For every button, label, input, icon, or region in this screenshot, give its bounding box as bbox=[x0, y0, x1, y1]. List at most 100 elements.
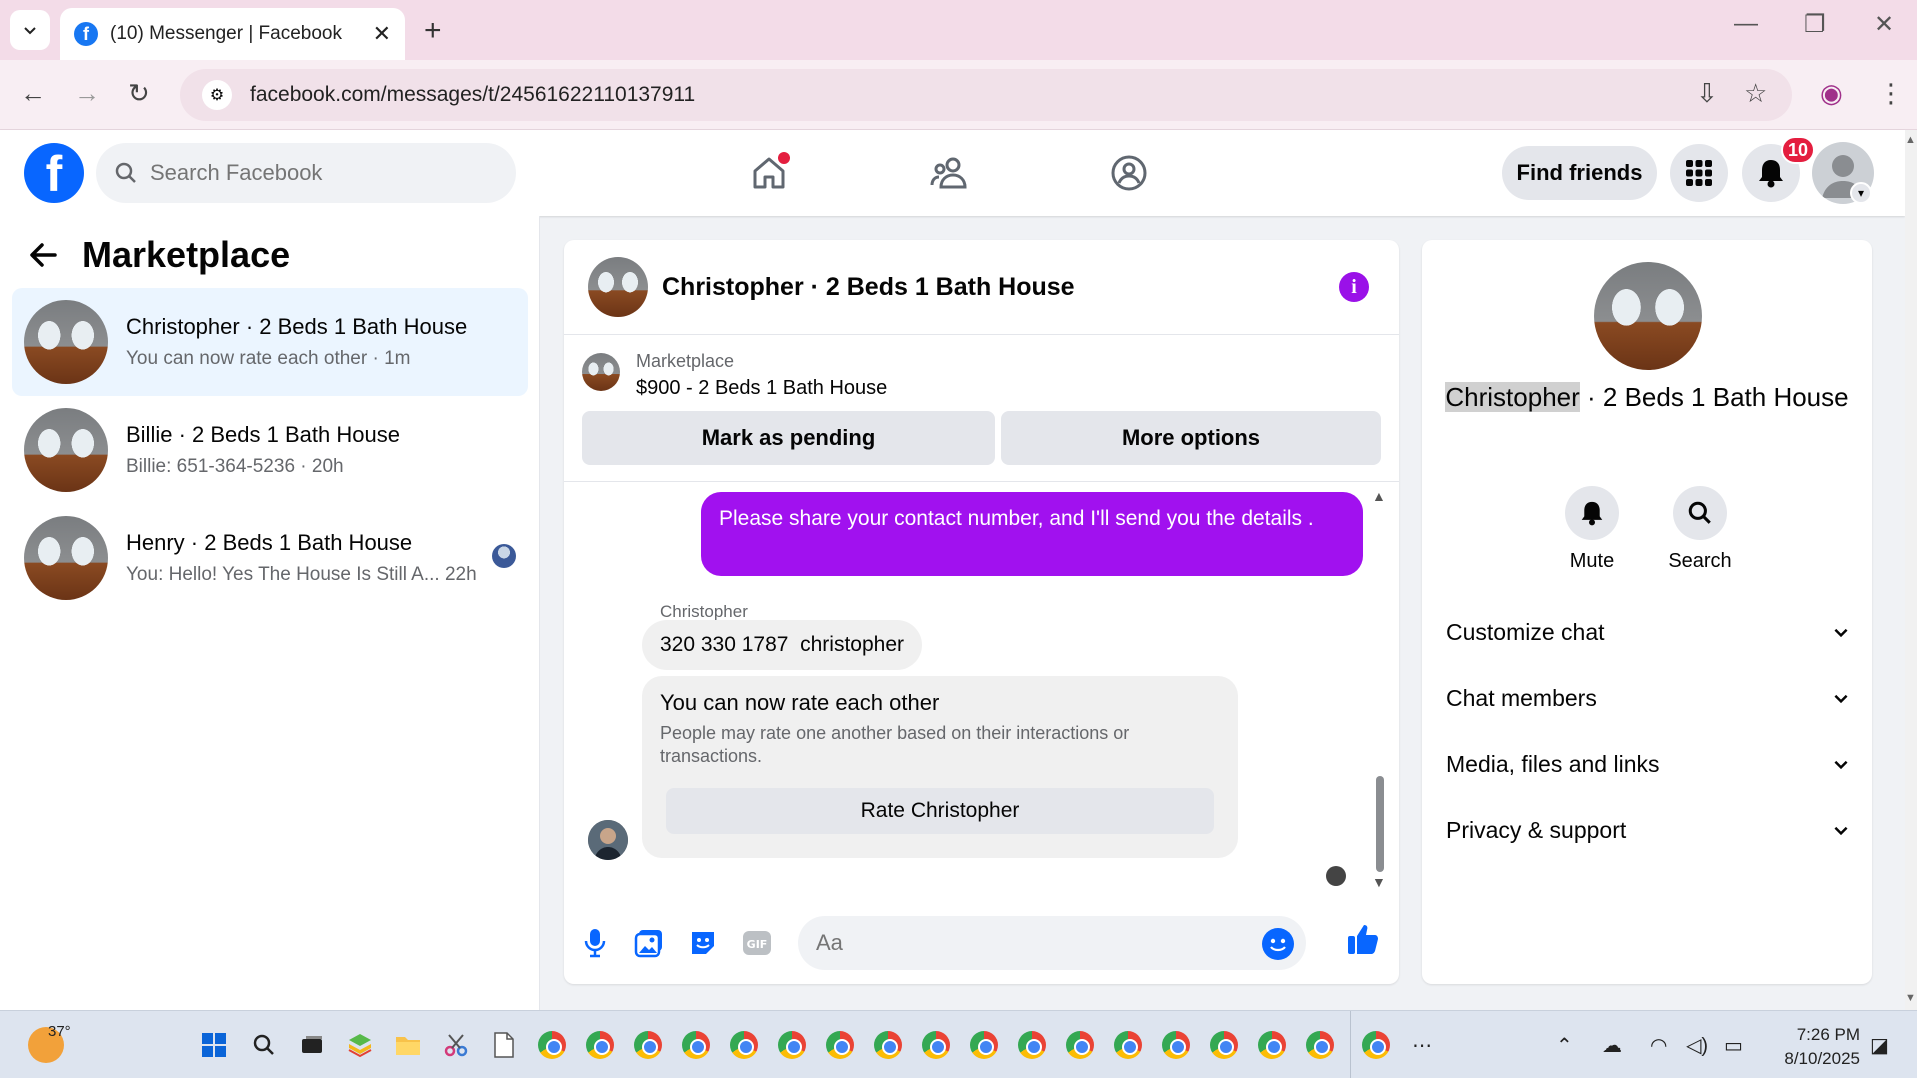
like-button[interactable] bbox=[1346, 922, 1380, 956]
home-nav[interactable] bbox=[746, 150, 792, 196]
section-privacy-support[interactable]: Privacy & support bbox=[1446, 810, 1850, 850]
chat-title[interactable]: Christopher · 2 Beds 1 Bath House bbox=[662, 273, 1075, 302]
chrome-window-3[interactable] bbox=[634, 1031, 662, 1059]
chrome-window-10[interactable] bbox=[970, 1031, 998, 1059]
chat-avatar[interactable] bbox=[588, 257, 648, 317]
svg-text:GIF: GIF bbox=[747, 938, 768, 951]
bookmark-star-icon[interactable]: ☆ bbox=[1744, 78, 1767, 109]
chrome-window-6[interactable] bbox=[778, 1031, 806, 1059]
gif-button[interactable]: GIF bbox=[740, 926, 774, 960]
forward-icon[interactable]: → bbox=[74, 78, 100, 109]
account-chevron-icon[interactable]: ▾ bbox=[1850, 182, 1872, 204]
chat-scroll-down-icon[interactable]: ▼ bbox=[1372, 874, 1386, 890]
file-explorer-app[interactable] bbox=[394, 1031, 422, 1059]
chrome-window-9[interactable] bbox=[922, 1031, 950, 1059]
listing-title[interactable]: $900 - 2 Beds 1 Bath House bbox=[636, 377, 887, 400]
browser-menu-icon[interactable]: ⋮ bbox=[1878, 78, 1904, 109]
section-chat-members[interactable]: Chat members bbox=[1446, 678, 1850, 718]
conversation-avatar[interactable] bbox=[1594, 262, 1702, 370]
show-hidden-icons-icon[interactable]: ⌃ bbox=[1556, 1033, 1573, 1058]
chrome-window-5[interactable] bbox=[730, 1031, 758, 1059]
task-view-button[interactable] bbox=[298, 1031, 326, 1059]
info-icon[interactable]: i bbox=[1339, 272, 1369, 302]
chat-scrollbar[interactable]: ▲ ▼ bbox=[1372, 488, 1386, 890]
chrome-window-4[interactable] bbox=[682, 1031, 710, 1059]
profile-icon[interactable]: ◉ bbox=[1820, 78, 1843, 109]
conversation-item-henry[interactable]: Henry · 2 Beds 1 Bath House You: Hello! … bbox=[12, 504, 528, 612]
rate-christopher-button[interactable]: Rate Christopher bbox=[666, 788, 1214, 834]
site-info-icon[interactable]: ⚙ bbox=[202, 80, 232, 110]
chrome-window-active[interactable] bbox=[1362, 1031, 1390, 1059]
omnibox[interactable]: ⚙ facebook.com/messages/t/24561622110137… bbox=[180, 69, 1792, 121]
chrome-window-17[interactable] bbox=[1306, 1031, 1334, 1059]
close-window-icon[interactable]: ✕ bbox=[1874, 10, 1894, 39]
start-button[interactable] bbox=[200, 1031, 228, 1059]
chrome-window-12[interactable] bbox=[1066, 1031, 1094, 1059]
chrome-window-7[interactable] bbox=[826, 1031, 854, 1059]
friends-nav[interactable] bbox=[926, 150, 972, 196]
back-arrow-icon[interactable] bbox=[28, 240, 58, 270]
bluestacks-app[interactable] bbox=[346, 1031, 374, 1059]
section-media-files-links[interactable]: Media, files and links bbox=[1446, 744, 1850, 784]
volume-icon[interactable]: ◁) bbox=[1686, 1033, 1708, 1058]
search-input[interactable] bbox=[150, 160, 490, 186]
photo-icon bbox=[634, 930, 662, 958]
notification-center-icon[interactable]: ◪ bbox=[1870, 1033, 1889, 1058]
sticker-button[interactable] bbox=[686, 926, 720, 960]
onedrive-cloud-icon[interactable]: ☁ bbox=[1602, 1033, 1622, 1058]
restore-icon[interactable]: ❐ bbox=[1804, 10, 1826, 39]
conversation-preview: You: Hello! Yes The House Is Still A... … bbox=[126, 564, 477, 585]
more-windows-icon[interactable]: ⋯ bbox=[1412, 1033, 1432, 1058]
listing-thumbnail bbox=[582, 353, 620, 391]
more-options-button[interactable]: More options bbox=[1001, 411, 1381, 465]
chat-scroll-up-icon[interactable]: ▲ bbox=[1372, 488, 1386, 504]
notepad-app[interactable] bbox=[490, 1031, 518, 1059]
sender-avatar[interactable] bbox=[588, 820, 628, 860]
facebook-logo-icon[interactable]: f bbox=[24, 143, 84, 203]
reload-icon[interactable]: ↻ bbox=[128, 78, 150, 109]
message-input[interactable] bbox=[816, 930, 1246, 956]
find-friends-button[interactable]: Find friends bbox=[1502, 146, 1657, 200]
snipping-tool-app[interactable] bbox=[442, 1031, 470, 1059]
wifi-icon[interactable]: ◠ bbox=[1650, 1033, 1667, 1058]
groups-nav[interactable] bbox=[1106, 150, 1152, 196]
mark-as-pending-button[interactable]: Mark as pending bbox=[582, 411, 995, 465]
chat-scroll-thumb[interactable] bbox=[1376, 776, 1384, 872]
menu-button[interactable] bbox=[1670, 144, 1728, 202]
mute-action[interactable]: Mute bbox=[1542, 486, 1642, 573]
taskbar-search-button[interactable] bbox=[250, 1031, 278, 1059]
chrome-window-1[interactable] bbox=[538, 1031, 566, 1059]
back-icon[interactable]: ← bbox=[20, 78, 46, 109]
conversation-item-billie[interactable]: Billie · 2 Beds 1 Bath House Billie: 651… bbox=[12, 396, 528, 504]
chrome-window-8[interactable] bbox=[874, 1031, 902, 1059]
conversation-item-christopher[interactable]: Christopher · 2 Beds 1 Bath House You ca… bbox=[12, 288, 528, 396]
chrome-window-15[interactable] bbox=[1210, 1031, 1238, 1059]
chrome-window-2[interactable] bbox=[586, 1031, 614, 1059]
search-action[interactable]: Search bbox=[1650, 486, 1750, 573]
clock[interactable]: 7:26 PM 8/10/2025 bbox=[1770, 1023, 1860, 1071]
new-tab-icon[interactable]: + bbox=[424, 14, 442, 48]
emoji-icon[interactable] bbox=[1262, 928, 1294, 960]
scroll-down-icon[interactable]: ▼ bbox=[1905, 992, 1916, 1004]
tab-search-button[interactable] bbox=[10, 10, 50, 50]
outgoing-message[interactable]: Please share your contact number, and I'… bbox=[701, 492, 1363, 576]
message-input-box[interactable] bbox=[798, 916, 1306, 970]
chat-panel: Christopher · 2 Beds 1 Bath House i Mark… bbox=[564, 240, 1399, 984]
page-scrollbar[interactable]: ▲ ▼ bbox=[1905, 130, 1917, 1010]
browser-tab-messenger[interactable]: f (10) Messenger | Facebook ✕ bbox=[60, 8, 405, 60]
facebook-search[interactable] bbox=[96, 143, 516, 203]
voice-clip-button[interactable] bbox=[578, 926, 612, 960]
chrome-window-16[interactable] bbox=[1258, 1031, 1286, 1059]
chrome-window-14[interactable] bbox=[1162, 1031, 1190, 1059]
section-customize-chat[interactable]: Customize chat bbox=[1446, 612, 1850, 652]
chrome-window-11[interactable] bbox=[1018, 1031, 1046, 1059]
incoming-message[interactable]: 320 330 1787 christopher bbox=[642, 620, 923, 670]
windows-taskbar: 37° ⋯ ⌃ ☁ ◠ ◁) ▭ 7:26 PM 8/10/2025 ◪ bbox=[0, 1010, 1917, 1078]
install-app-icon[interactable]: ⇩ bbox=[1696, 78, 1718, 109]
chrome-window-13[interactable] bbox=[1114, 1031, 1142, 1059]
battery-icon[interactable]: ▭ bbox=[1724, 1033, 1743, 1058]
close-tab-icon[interactable]: ✕ bbox=[373, 21, 391, 47]
scroll-up-icon[interactable]: ▲ bbox=[1905, 134, 1916, 146]
minimize-icon[interactable]: — bbox=[1734, 10, 1758, 38]
attach-photo-button[interactable] bbox=[632, 926, 666, 960]
